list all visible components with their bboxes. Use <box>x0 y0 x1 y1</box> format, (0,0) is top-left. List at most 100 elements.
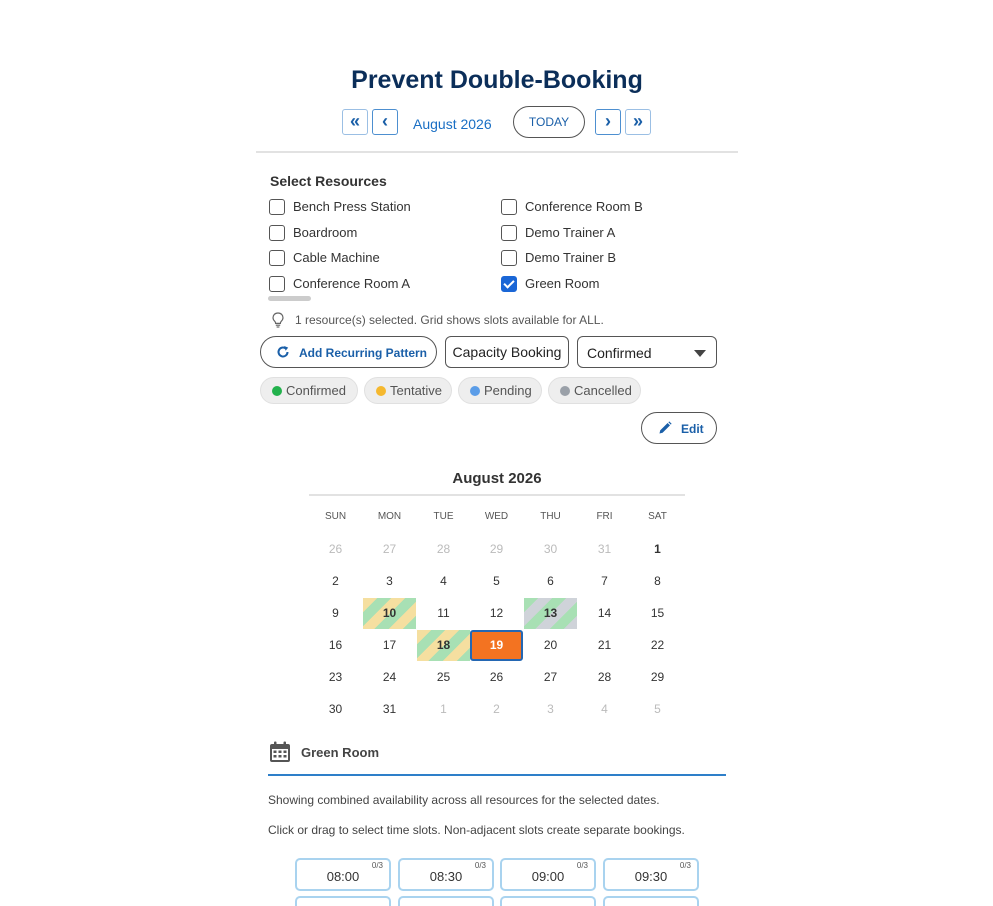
calendar-day[interactable]: 15 <box>631 598 684 629</box>
prev-month-button[interactable]: ‹ <box>372 109 398 135</box>
calendar-day[interactable]: 25 <box>417 662 470 693</box>
calendar-day[interactable]: 6 <box>524 566 577 597</box>
checkbox[interactable] <box>501 225 517 241</box>
calendar-day-booked[interactable]: 13 <box>524 598 577 629</box>
time-slot[interactable] <box>295 896 391 906</box>
calendar-day[interactable]: 20 <box>524 630 577 661</box>
calendar-day[interactable]: 24 <box>363 662 416 693</box>
slot-time: 08:30 <box>429 869 463 884</box>
calendar-day[interactable]: 1 <box>631 534 684 565</box>
calendar-day[interactable]: 12 <box>470 598 523 629</box>
resource-label: Demo Trainer B <box>525 250 617 265</box>
calendar-day[interactable]: 26 <box>470 662 523 693</box>
calendar-day[interactable]: 22 <box>631 630 684 661</box>
slot-time: 09:30 <box>634 869 668 884</box>
checkbox-checked[interactable] <box>501 276 517 292</box>
calendar-day[interactable]: 30 <box>524 534 577 565</box>
status-dot <box>470 386 480 396</box>
calendar-day[interactable]: 30 <box>309 694 362 725</box>
calendar-day[interactable]: 2 <box>309 566 362 597</box>
time-slot[interactable] <box>500 896 596 906</box>
edit-button[interactable]: Edit <box>641 412 717 444</box>
today-button[interactable]: TODAY <box>513 106 585 138</box>
resource-option-demo-trainer-a[interactable]: Demo Trainer A <box>501 225 721 243</box>
calendar-day[interactable]: 16 <box>309 630 362 661</box>
slot-capacity: 0/3 <box>679 861 691 870</box>
calendar-day[interactable]: 14 <box>578 598 631 629</box>
calendar-day[interactable]: 5 <box>470 566 523 597</box>
calendar-day[interactable]: 1 <box>417 694 470 725</box>
weekday-header: MON <box>377 511 402 522</box>
checkbox[interactable] <box>269 250 285 266</box>
calendar-day[interactable]: 29 <box>631 662 684 693</box>
availability-info: Showing combined availability across all… <box>268 793 660 807</box>
time-slot[interactable]: 09:00 0/3 <box>500 858 596 891</box>
checkbox[interactable] <box>269 276 285 292</box>
calendar-day[interactable]: 27 <box>363 534 416 565</box>
next-month-button[interactable]: › <box>595 109 621 135</box>
resource-option-cable-machine[interactable]: Cable Machine <box>269 250 489 268</box>
capacity-booking-button[interactable]: Capacity Booking <box>445 336 569 368</box>
hint-text: 1 resource(s) selected. Grid shows slots… <box>295 313 604 327</box>
slot-time: 09:00 <box>531 869 565 884</box>
calendar-icon <box>270 741 290 762</box>
calendar-day[interactable]: 5 <box>631 694 684 725</box>
slot-time: 08:00 <box>326 869 360 884</box>
divider <box>256 151 738 153</box>
calendar-day[interactable]: 17 <box>363 630 416 661</box>
resource-option-conference-room-b[interactable]: Conference Room B <box>501 199 721 217</box>
calendar-day[interactable]: 26 <box>309 534 362 565</box>
calendar-day[interactable]: 9 <box>309 598 362 629</box>
resource-option-boardroom[interactable]: Boardroom <box>269 225 489 243</box>
page-title: Prevent Double-Booking <box>351 66 643 94</box>
calendar-day-booked[interactable]: 18 <box>417 630 470 661</box>
weekday-header: WED <box>484 511 509 522</box>
checkbox[interactable] <box>269 225 285 241</box>
status-dot <box>272 386 282 396</box>
status-select-value: Confirmed <box>587 345 652 361</box>
calendar-day[interactable]: 28 <box>578 662 631 693</box>
calendar-day-selected[interactable]: 19 <box>470 630 523 661</box>
resource-option-green-room[interactable]: Green Room <box>501 276 721 294</box>
calendar-day[interactable]: 29 <box>470 534 523 565</box>
resource-option-bench-press-station[interactable]: Bench Press Station <box>269 199 489 217</box>
time-slot[interactable]: 08:30 0/3 <box>398 858 494 891</box>
time-slot[interactable] <box>603 896 699 906</box>
checkbox[interactable] <box>501 199 517 215</box>
weekday-header: FRI <box>596 511 613 522</box>
calendar-day[interactable]: 7 <box>578 566 631 597</box>
calendar-day[interactable]: 3 <box>363 566 416 597</box>
weekday-header: THU <box>540 511 561 522</box>
horizontal-scrollbar[interactable] <box>268 296 311 301</box>
calendar-day[interactable]: 8 <box>631 566 684 597</box>
resource-label: Boardroom <box>293 225 358 240</box>
time-slot[interactable]: 09:30 0/3 <box>603 858 699 891</box>
legend-label: Tentative <box>390 383 443 398</box>
month-navigation: « ‹ August 2026 TODAY › » <box>256 106 738 140</box>
calendar-day[interactable]: 21 <box>578 630 631 661</box>
calendar-day[interactable]: 4 <box>578 694 631 725</box>
resource-option-conference-room-a[interactable]: Conference Room A <box>269 276 489 294</box>
time-slot[interactable]: 08:00 0/3 <box>295 858 391 891</box>
booking-status-select[interactable]: Confirmed <box>577 336 717 368</box>
add-recurring-pattern-button[interactable]: Add Recurring Pattern <box>260 336 437 368</box>
calendar-day[interactable]: 28 <box>417 534 470 565</box>
select-resources-heading: Select Resources <box>270 173 387 189</box>
last-month-button[interactable]: » <box>625 109 651 135</box>
time-slot[interactable] <box>398 896 494 906</box>
calendar-day[interactable]: 23 <box>309 662 362 693</box>
calendar-day[interactable]: 4 <box>417 566 470 597</box>
checkbox[interactable] <box>269 199 285 215</box>
resource-option-demo-trainer-b[interactable]: Demo Trainer B <box>501 250 721 268</box>
checkbox[interactable] <box>501 250 517 266</box>
calendar-day[interactable]: 31 <box>363 694 416 725</box>
calendar-day[interactable]: 31 <box>578 534 631 565</box>
refresh-icon <box>277 346 289 358</box>
status-dot <box>560 386 570 396</box>
calendar-day-booked[interactable]: 10 <box>363 598 416 629</box>
calendar-day[interactable]: 3 <box>524 694 577 725</box>
calendar-day[interactable]: 2 <box>470 694 523 725</box>
calendar-day[interactable]: 11 <box>417 598 470 629</box>
first-month-button[interactable]: « <box>342 109 368 135</box>
calendar-day[interactable]: 27 <box>524 662 577 693</box>
